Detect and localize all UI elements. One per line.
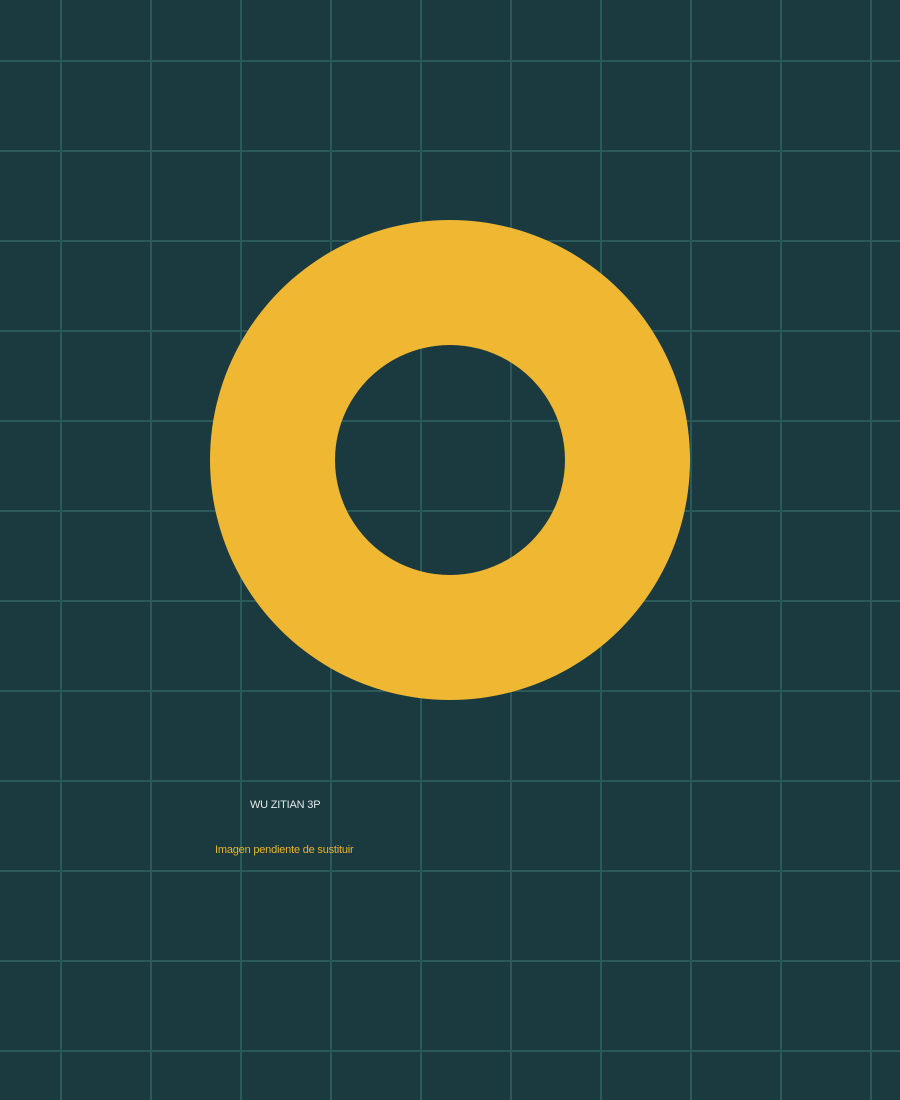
page: { "colors": { "background": "#1a3a40", "… — [0, 0, 900, 1100]
caption-note: Imagen pendiente de sustituir — [215, 844, 354, 856]
ring-icon — [210, 220, 690, 700]
caption-name: WU ZITIAN 3P — [250, 799, 321, 811]
ring-graphic — [210, 220, 690, 700]
ring-shape — [210, 220, 690, 700]
